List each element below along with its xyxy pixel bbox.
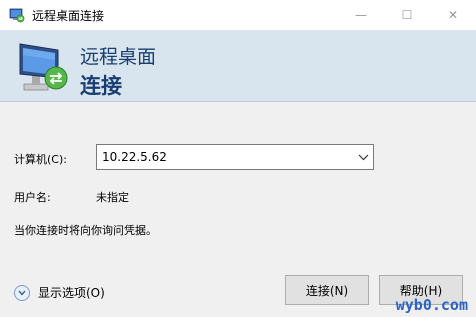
title-bar: 远程桌面连接 — ☐ ✕ — [0, 0, 476, 30]
maximize-button[interactable]: ☐ — [384, 0, 430, 30]
header-title-line2: 连接 — [80, 74, 122, 98]
show-options-toggle[interactable]: 显示选项(O) — [14, 284, 105, 301]
username-value: 未指定 — [96, 191, 129, 204]
window-title: 远程桌面连接 — [32, 8, 105, 23]
show-options-label: 显示选项(O) — [38, 286, 105, 300]
header-title-line1: 远程桌面 — [80, 46, 157, 68]
credentials-note: 当你连接时将向你询问凭据。 — [14, 224, 157, 237]
username-label: 用户名: — [14, 191, 51, 204]
computer-value: 10.22.5.62 — [102, 150, 167, 164]
computer-label: 计算机(C): — [14, 153, 67, 166]
watermark-text: wyb0.com — [395, 296, 468, 314]
computer-combobox[interactable]: 10.22.5.62 — [96, 144, 374, 170]
minimize-button[interactable]: — — [338, 0, 384, 30]
minimize-icon: — — [355, 8, 367, 22]
close-button[interactable]: ✕ — [430, 0, 476, 30]
remote-desktop-monitor-icon — [19, 43, 68, 91]
window-controls: — ☐ ✕ — [338, 0, 476, 30]
expand-chevron-icon — [14, 284, 30, 301]
maximize-icon: ☐ — [401, 8, 413, 22]
remote-desktop-app-icon — [9, 8, 25, 23]
header-banner: 远程桌面 连接 — [0, 30, 476, 102]
close-icon: ✕ — [447, 8, 459, 22]
chevron-down-icon[interactable] — [353, 145, 373, 169]
connect-button[interactable]: 连接(N) — [285, 275, 369, 305]
